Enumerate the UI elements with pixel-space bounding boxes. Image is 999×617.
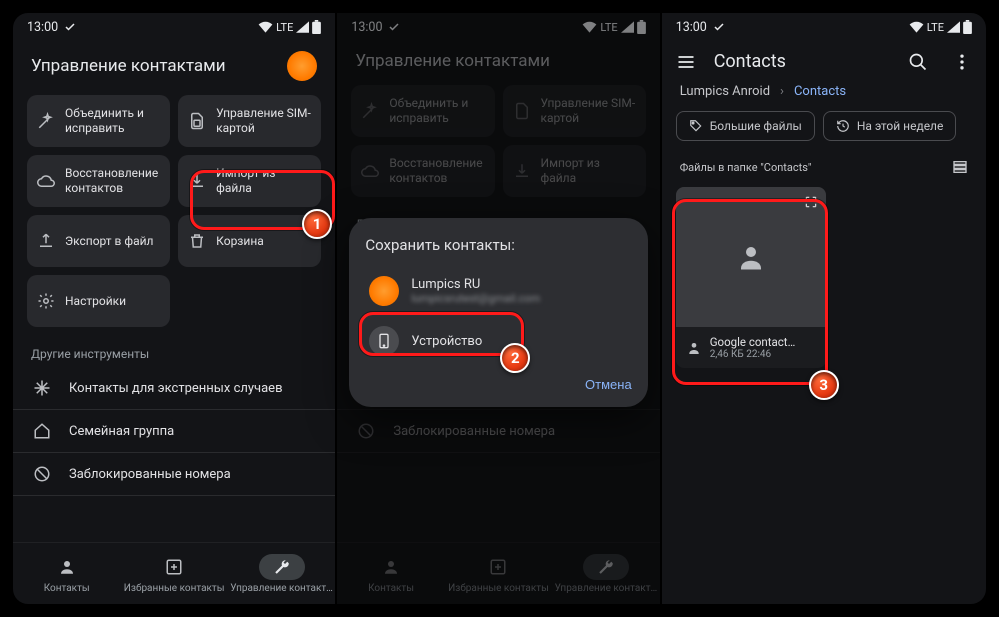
gear-icon (37, 292, 55, 310)
page-title: Управление контактами (31, 56, 275, 76)
sim-icon (188, 112, 206, 130)
signal-icon (296, 21, 309, 33)
file-size-time: 2,46 КБ 22:46 (710, 349, 796, 360)
status-bar: 13:00 LTE (13, 13, 335, 41)
page-title: Contacts (714, 51, 890, 72)
chip-large-files[interactable]: Большие файлы (676, 111, 815, 141)
file-thumbnail (676, 187, 826, 327)
chip-this-week[interactable]: На этой неделе (823, 111, 957, 141)
search-icon[interactable] (908, 52, 928, 72)
card-trash[interactable]: Корзина (178, 215, 321, 267)
screen-2: 13:00 LTE Управление контактами Объедини… (337, 13, 661, 604)
dialog-title: Сохранить контакты: (365, 236, 631, 254)
account-avatar-icon (369, 276, 399, 306)
clock: 13:00 (676, 20, 707, 35)
menu-icon[interactable] (676, 52, 696, 72)
check-icon (713, 21, 725, 33)
cards-grid: Объединить и исправить Управление SIM-ка… (13, 89, 335, 333)
device-label: Устройство (411, 334, 482, 349)
card-export[interactable]: Экспорт в файл (27, 215, 170, 267)
card-settings[interactable]: Настройки (27, 275, 170, 327)
contact-file-icon (686, 340, 702, 356)
battery-icon (963, 20, 972, 34)
view-list-icon[interactable] (952, 159, 968, 175)
star-burst-icon (33, 379, 51, 397)
account-avatar[interactable] (287, 51, 317, 81)
save-contacts-dialog: Сохранить контакты: Lumpics RU lumpicsru… (349, 218, 647, 407)
screen-3: 13:00 LTE Contacts Lumpics Anroid › Cont… (662, 13, 986, 604)
block-icon (33, 465, 51, 483)
card-restore[interactable]: Восстановление контактов (27, 155, 170, 207)
wand-icon (37, 112, 55, 130)
nav-contacts[interactable]: Контакты (14, 554, 120, 594)
clock: 13:00 (27, 20, 58, 35)
network-label: LTE (927, 21, 944, 34)
breadcrumb[interactable]: Lumpics Anroid › Contacts (662, 80, 986, 111)
more-icon[interactable] (952, 52, 972, 72)
add-box-icon (165, 558, 183, 576)
row-family[interactable]: Семейная группа (13, 410, 335, 453)
card-sim[interactable]: Управление SIM-картой (178, 95, 321, 147)
screen-1: 13:00 LTE Управление контактами Объедини… (13, 13, 337, 604)
wifi-icon (909, 21, 924, 33)
nav-favorites[interactable]: Избранные контакты (121, 554, 227, 594)
battery-icon (312, 20, 321, 34)
chevron-right-icon: › (780, 84, 784, 99)
step-badge-3: 3 (809, 370, 839, 400)
breadcrumb-root[interactable]: Lumpics Anroid (680, 84, 770, 99)
trash-icon (188, 232, 206, 250)
file-name: Google contact… (710, 335, 796, 349)
expand-icon[interactable] (804, 195, 818, 209)
network-label: LTE (276, 21, 293, 34)
download-icon (188, 172, 206, 190)
card-import[interactable]: Импорт из файла (178, 155, 321, 207)
upload-icon (37, 232, 55, 250)
row-emergency[interactable]: Контакты для экстренных случаев (13, 367, 335, 410)
bottom-nav: Контакты Избранные контакты Управление к… (13, 542, 335, 604)
signal-icon (947, 21, 960, 33)
breadcrumb-current: Contacts (794, 84, 846, 99)
check-icon (64, 21, 76, 33)
wifi-icon (258, 21, 273, 33)
person-icon (58, 558, 76, 576)
device-option[interactable]: Устройство (365, 318, 631, 364)
row-blocked[interactable]: Заблокированные номера (13, 453, 335, 496)
card-merge-fix[interactable]: Объединить и исправить (27, 95, 170, 147)
other-tools-label: Другие инструменты (13, 333, 335, 367)
history-icon (836, 119, 850, 133)
tag-icon (689, 119, 703, 133)
file-card[interactable]: Google contact… 2,46 КБ 22:46 (676, 187, 826, 368)
cancel-button[interactable]: Отмена (585, 377, 632, 392)
home-icon (33, 422, 51, 440)
status-bar: 13:00 LTE (662, 13, 986, 41)
account-email: lumpicsrutest@gmail.com (411, 292, 540, 305)
device-icon (369, 326, 399, 356)
account-option[interactable]: Lumpics RU lumpicsrutest@gmail.com (365, 268, 631, 314)
account-name: Lumpics RU (411, 277, 540, 292)
cloud-icon (37, 172, 55, 190)
wrench-icon (273, 558, 291, 576)
nav-manage[interactable]: Управление контакт… (228, 554, 334, 594)
person-placeholder-icon (736, 242, 766, 272)
folder-heading: Файлы в папке "Contacts" (680, 161, 812, 174)
